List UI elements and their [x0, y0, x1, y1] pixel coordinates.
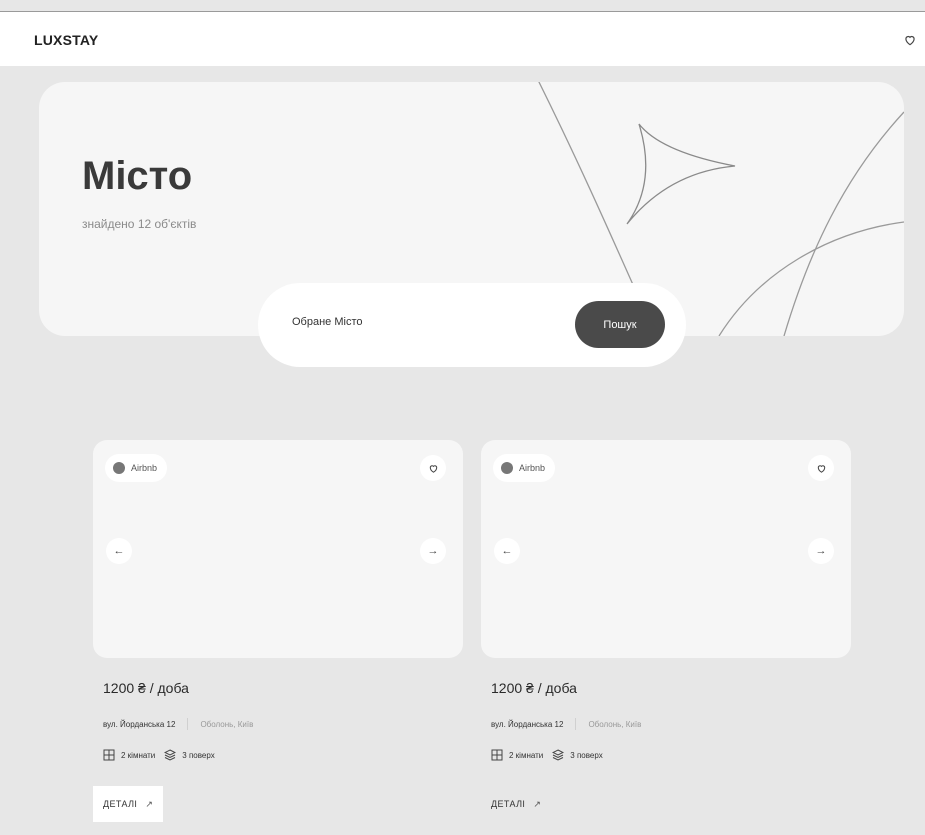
search-bar: Пошук: [258, 283, 686, 367]
rooms-count: 2 кімнати: [509, 750, 544, 760]
arrow-up-right-icon: ↗: [533, 798, 542, 809]
header: LUXSTAY: [0, 12, 925, 66]
next-image-button[interactable]: →: [808, 538, 834, 564]
favorite-button[interactable]: [808, 455, 834, 481]
listing-address: вул. Йорданська 12 Оболонь, Київ: [491, 718, 641, 730]
listing-image-carousel[interactable]: Airbnb ← →: [93, 440, 463, 658]
previous-image-button[interactable]: ←: [106, 538, 132, 564]
floor-number: 3 поверх: [570, 750, 603, 760]
details-label: ДЕТАЛІ: [491, 799, 526, 809]
arrow-right-icon: →: [427, 545, 439, 557]
airbnb-logo-icon: [501, 462, 513, 474]
floor-plan-icon: [103, 749, 115, 761]
details-button[interactable]: ДЕТАЛІ ↗: [93, 786, 164, 822]
source-label: Airbnb: [131, 463, 158, 473]
next-image-button[interactable]: →: [420, 538, 446, 564]
details-label: ДЕТАЛІ: [103, 799, 138, 809]
floor-number: 3 поверх: [182, 750, 215, 760]
listing-features: 2 кімнати 3 поверх: [491, 749, 603, 761]
source-label: Airbnb: [519, 463, 546, 473]
address-divider: [575, 718, 577, 730]
listing-image-carousel[interactable]: Airbnb ← →: [481, 440, 851, 658]
logo[interactable]: LUXSTAY: [34, 32, 98, 48]
listing-street: вул. Йорданська 12: [103, 719, 176, 729]
layers-icon: [164, 749, 177, 761]
arrow-up-right-icon: ↗: [145, 798, 154, 809]
rooms-count: 2 кімнати: [121, 750, 156, 760]
heart-icon: [817, 464, 825, 473]
arrow-right-icon: →: [815, 545, 827, 557]
arrow-left-icon: ←: [113, 545, 125, 557]
listing-district: Оболонь, Київ: [588, 719, 642, 729]
floor-plan-icon: [491, 749, 503, 761]
results-count: знайдено 12 об'єктів: [82, 217, 197, 231]
address-divider: [187, 718, 189, 730]
source-badge: Airbnb: [493, 454, 556, 482]
city-search-input[interactable]: [292, 316, 552, 328]
listing-price: 1200 ₴ / доба: [491, 680, 577, 696]
listing-street: вул. Йорданська 12: [491, 719, 564, 729]
page-title: Місто: [82, 154, 193, 198]
airbnb-logo-icon: [113, 462, 125, 474]
favorite-button[interactable]: [420, 455, 446, 481]
search-button[interactable]: Пошук: [575, 301, 665, 348]
layers-icon: [552, 749, 565, 761]
listing-price: 1200 ₴ / доба: [103, 680, 189, 696]
arrow-left-icon: ←: [501, 545, 513, 557]
previous-image-button[interactable]: ←: [494, 538, 520, 564]
listing-features: 2 кімнати 3 поверх: [103, 749, 215, 761]
listing-address: вул. Йорданська 12 Оболонь, Київ: [103, 718, 253, 730]
details-button[interactable]: ДЕТАЛІ ↗: [481, 786, 551, 822]
source-badge: Airbnb: [105, 454, 168, 482]
heart-icon: [429, 464, 437, 473]
listing-district: Оболонь, Київ: [200, 719, 254, 729]
heart-icon[interactable]: [903, 33, 917, 47]
